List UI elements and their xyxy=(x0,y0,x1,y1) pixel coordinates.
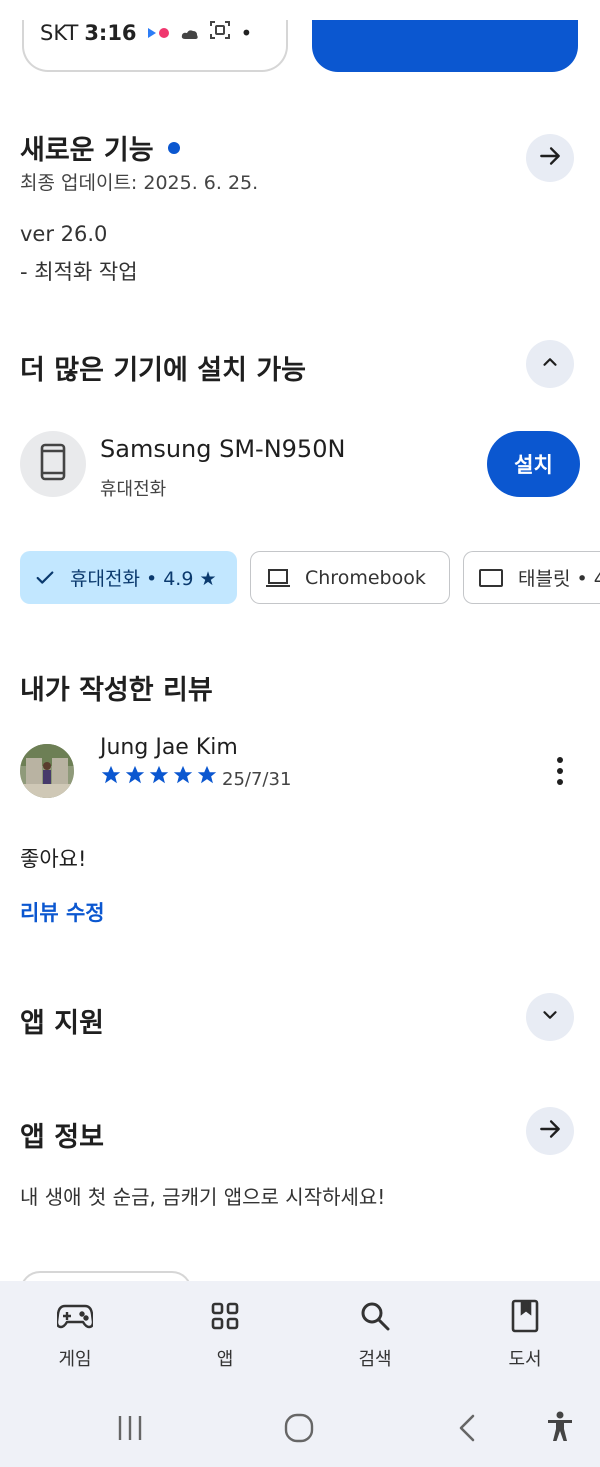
bottom-navigation: 게임 앱 검색 도서 xyxy=(0,1281,600,1398)
back-button[interactable] xyxy=(456,1413,478,1447)
nav-games-label: 게임 xyxy=(58,1349,92,1370)
nav-apps[interactable]: 앱 xyxy=(150,1281,300,1398)
chevron-down-icon xyxy=(539,1004,561,1030)
new-indicator-dot xyxy=(167,141,180,154)
last-updated-text: 최종 업데이트: 2025. 6. 25. xyxy=(20,172,259,194)
review-author: Jung Jae Kim xyxy=(100,735,238,760)
chip-tablet-label: 태블릿 • 4 xyxy=(518,568,600,590)
install-button[interactable]: 설치 xyxy=(487,431,580,497)
device-name: Samsung SM-N950N xyxy=(100,435,346,463)
version-text: ver 26.0 xyxy=(20,222,108,246)
star-icon xyxy=(124,764,146,790)
recent-apps-button[interactable] xyxy=(116,1414,144,1446)
review-date: 25/7/31 xyxy=(222,769,292,790)
expand-support-button[interactable] xyxy=(526,993,574,1041)
scrolled-outline-button[interactable] xyxy=(22,20,288,72)
accessibility-icon xyxy=(546,1411,574,1447)
apps-grid-icon xyxy=(211,1299,239,1333)
collapse-devices-button[interactable] xyxy=(526,340,574,388)
home-button[interactable] xyxy=(284,1413,314,1447)
review-stars xyxy=(100,764,218,790)
home-icon xyxy=(284,1413,314,1447)
edit-review-link[interactable]: 리뷰 수정 xyxy=(20,897,105,927)
device-avatar xyxy=(20,431,86,497)
scrolled-primary-button[interactable] xyxy=(312,20,578,72)
app-description: 내 생애 첫 순금, 금캐기 앱으로 시작하세요! xyxy=(20,1185,386,1209)
app-info-arrow-button[interactable] xyxy=(526,1107,574,1155)
nav-games[interactable]: 게임 xyxy=(0,1281,150,1398)
app-info-title[interactable]: 앱 정보 xyxy=(20,1115,104,1154)
star-icon xyxy=(100,764,122,790)
chip-chromebook[interactable]: Chromebook xyxy=(250,551,450,604)
system-navigation-bar xyxy=(0,1398,600,1467)
chip-phone-label: 휴대전화 • 4.9 ★ xyxy=(70,568,217,590)
whats-new-arrow-button[interactable] xyxy=(526,134,574,182)
avatar[interactable] xyxy=(20,744,74,798)
star-icon xyxy=(172,764,194,790)
search-icon xyxy=(359,1299,391,1333)
nav-search[interactable]: 검색 xyxy=(300,1281,450,1398)
my-review-title: 내가 작성한 리뷰 xyxy=(20,675,213,706)
chevron-up-icon xyxy=(539,351,561,377)
more-vert-icon xyxy=(556,756,564,790)
star-icon xyxy=(148,764,170,790)
recent-apps-icon xyxy=(116,1416,144,1446)
star-icon xyxy=(196,764,218,790)
smartphone-icon xyxy=(39,443,67,485)
nav-books[interactable]: 도서 xyxy=(450,1281,600,1398)
device-type: 휴대전화 xyxy=(100,479,167,500)
review-menu-button[interactable] xyxy=(546,756,574,790)
nav-apps-label: 앱 xyxy=(216,1349,234,1370)
tablet-icon xyxy=(478,567,504,589)
nav-search-label: 검색 xyxy=(358,1349,392,1370)
chip-chromebook-label: Chromebook xyxy=(305,566,426,589)
check-icon xyxy=(34,567,56,589)
app-support-title[interactable]: 앱 지원 xyxy=(20,1001,104,1040)
accessibility-button[interactable] xyxy=(546,1411,574,1447)
chip-tablet[interactable]: 태블릿 • 4 xyxy=(463,551,600,604)
book-icon xyxy=(511,1299,539,1333)
whats-new-title: 새로운 기능 xyxy=(20,135,154,166)
nav-books-label: 도서 xyxy=(508,1349,542,1370)
gamepad-icon xyxy=(57,1299,93,1333)
release-note: - 최적화 작업 xyxy=(20,260,138,284)
back-icon xyxy=(456,1414,478,1447)
whats-new-header: 새로운 기능 xyxy=(20,128,180,167)
arrow-right-icon xyxy=(537,143,563,173)
arrow-right-icon xyxy=(537,1116,563,1146)
more-devices-title: 더 많은 기기에 설치 가능 xyxy=(20,355,306,386)
chip-phone[interactable]: 휴대전화 • 4.9 ★ xyxy=(20,551,237,604)
laptop-icon xyxy=(265,567,291,589)
review-text: 좋아요! xyxy=(20,847,87,871)
